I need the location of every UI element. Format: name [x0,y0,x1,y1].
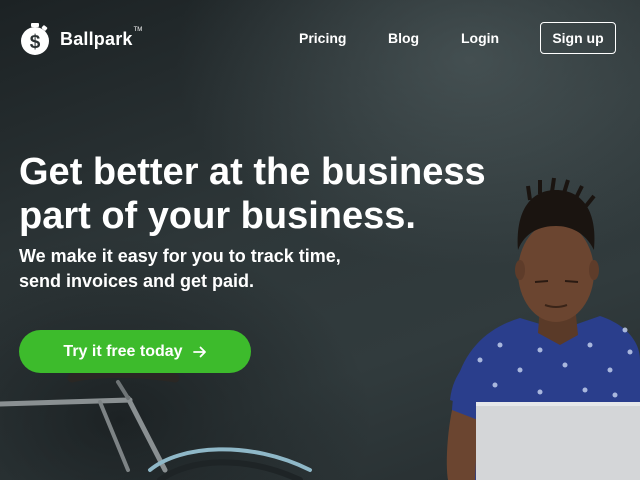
hero-photo [0,177,640,480]
hero-subheadline-line-2: send invoices and get paid. [19,271,255,291]
laptop-image [476,402,640,480]
brand-name: Ballpark [60,28,133,49]
brand-logo[interactable]: $ Ballpark TM [18,22,142,56]
signup-button[interactable]: Sign up [540,22,616,54]
bicycle-image [0,369,312,480]
hero-headline-line-1: Get better at the business [19,151,486,193]
hero-subheadline: We make it easy for you to track time, s… [19,244,419,294]
trademark-mark: TM [133,27,143,33]
svg-text:$: $ [30,32,41,53]
hero-headline: Get better at the business part of your … [19,150,539,238]
nav-pricing-link[interactable]: Pricing [299,30,346,46]
try-free-button-label: Try it free today [63,342,183,360]
try-free-button[interactable]: Try it free today [19,330,251,373]
dollar-stopwatch-icon: $ [21,23,49,55]
nav-login-link[interactable]: Login [461,30,499,46]
hero-headline-line-2: part of your business. [19,195,416,237]
arrow-right-icon [192,346,206,357]
hero-subheadline-line-1: We make it easy for you to track time, [19,246,341,266]
nav-blog-link[interactable]: Blog [388,30,419,46]
